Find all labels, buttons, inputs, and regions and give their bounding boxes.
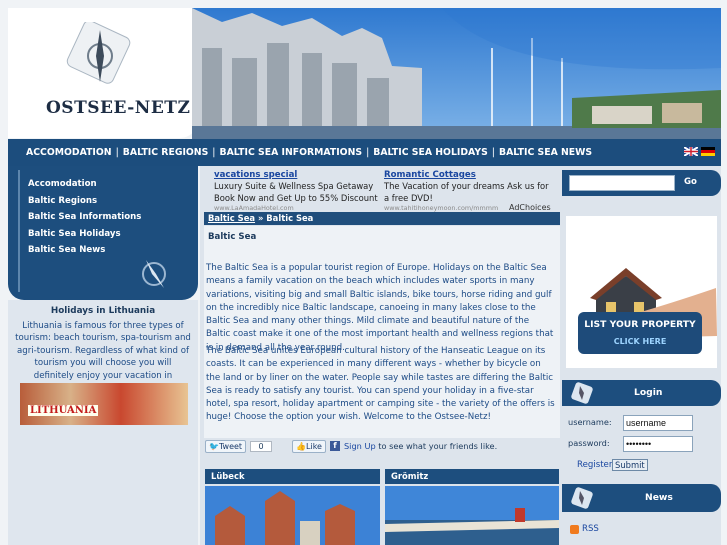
compass-icon (571, 382, 593, 404)
nav-separator: | (491, 147, 495, 158)
tweet-count: 0 (250, 440, 273, 452)
nav-baltic-sea-holidays[interactable]: BALTIC SEA HOLIDAYS (373, 147, 488, 158)
news-header: News (562, 484, 721, 512)
list-property-button[interactable]: LIST YOUR PROPERTY CLICK HERE (578, 312, 702, 354)
language-flags (684, 147, 715, 156)
article-heading: Baltic Sea (208, 232, 257, 242)
lithuania-banner-image[interactable]: LITHUANIA (20, 383, 188, 425)
sidebar-item-baltic-sea-informations[interactable]: Baltic Sea Informations (28, 209, 141, 226)
main-content: vacations special Luxury Suite & Wellnes… (200, 166, 562, 545)
breadcrumb: Baltic Sea » Baltic Sea (204, 212, 560, 225)
nav-baltic-sea-informations[interactable]: BALTIC SEA INFORMATIONS (220, 147, 363, 158)
login-header: Login (562, 380, 721, 406)
breadcrumb-link[interactable]: Baltic Sea (208, 213, 255, 223)
like-button[interactable]: 👍Like (292, 439, 326, 453)
nav-accomodation[interactable]: ACCOMODATION (26, 147, 112, 158)
region-boxes: Lübeck Grömitz (205, 469, 559, 545)
password-label: password: (568, 438, 610, 448)
lubeck-image[interactable] (205, 486, 380, 545)
twitter-icon: 🐦 (209, 441, 219, 451)
compass-icon (142, 260, 166, 288)
list-property-ad[interactable]: LIST YOUR PROPERTY CLICK HERE (566, 216, 717, 368)
sidebar-item-baltic-sea-news[interactable]: Baltic Sea News (28, 242, 141, 259)
search-box: Go (562, 170, 721, 196)
page: OSTSEE-NETZ ACCOMODATION | BALTIC REGION… (0, 0, 727, 545)
click-here-label: CLICK HERE (613, 337, 667, 346)
breadcrumb-current: Baltic Sea (266, 213, 314, 223)
breadcrumb-separator: » (257, 213, 264, 223)
sidebar-divider (18, 170, 20, 292)
rss-icon (570, 524, 579, 534)
box-title-gromitz[interactable]: Grömitz (385, 469, 559, 484)
sidebar-item-accomodation[interactable]: Accomodation (28, 176, 141, 193)
german-flag-icon[interactable] (701, 147, 715, 156)
main-nav: ACCOMODATION | BALTIC REGIONS | BALTIC S… (8, 139, 721, 166)
sidebar-bottom (8, 430, 198, 545)
ad-block: vacations special Luxury Suite & Wellnes… (214, 169, 554, 221)
compass-icon (571, 487, 593, 509)
ad-url[interactable]: www.LaAmadaHotel.com (214, 204, 382, 212)
like-label: Like (306, 441, 322, 451)
tweet-button[interactable]: 🐦Tweet (205, 439, 247, 453)
nav-separator: | (115, 147, 119, 158)
username-input[interactable] (623, 415, 693, 431)
sidebar-item-baltic-sea-holidays[interactable]: Baltic Sea Holidays (28, 226, 141, 243)
nav-baltic-sea-news[interactable]: BALTIC SEA NEWS (499, 147, 592, 158)
article-paragraph: The Baltic Sea is a popular tourist regi… (206, 263, 554, 353)
social-bar: 🐦Tweet 0 👍Like f Sign Up to see what you… (205, 437, 561, 455)
promo-title: Holidays in Lithuania (50, 306, 156, 316)
list-property-label: LIST YOUR PROPERTY (584, 319, 696, 330)
rss-label: RSS (582, 524, 599, 534)
password-input[interactable] (623, 436, 693, 452)
tweet-label: Tweet (218, 441, 243, 451)
english-flag-icon[interactable] (684, 147, 698, 156)
news-title: News (645, 492, 673, 503)
lithuania-banner-label: LITHUANIA (28, 405, 99, 416)
nav-separator: | (212, 147, 216, 158)
nav-separator: | (366, 147, 370, 158)
thumbs-up-icon: 👍 (296, 441, 307, 451)
ad-title-link[interactable]: vacations special (214, 170, 297, 180)
signup-text: to see what your friends like. (375, 441, 498, 451)
gromitz-image[interactable] (385, 486, 559, 545)
logo[interactable]: OSTSEE-NETZ (8, 8, 198, 138)
username-label: username: (568, 417, 612, 427)
ad-text: Luxury Suite & Wellness Spa Getaway Book… (214, 181, 378, 203)
facebook-icon: f (329, 441, 340, 451)
search-go-button[interactable]: Go (684, 177, 697, 187)
search-input[interactable] (569, 175, 675, 191)
ad-text: The Vacation of your dreams Ask us for a… (384, 181, 549, 203)
ad-title-link[interactable]: Romantic Cottages (384, 170, 476, 180)
lithuania-promo: Holidays in Lithuania Lithuania is famou… (8, 300, 198, 430)
header-banner-image (192, 8, 721, 140)
register-link[interactable]: Register (577, 460, 612, 470)
adchoices-label: AdChoices (509, 203, 551, 212)
right-column: Go LIST YOUR PROPERTY CLICK HERE Login u… (562, 166, 721, 545)
article: Baltic Sea The Baltic Sea is a popular t… (204, 226, 560, 438)
box-title-lubeck[interactable]: Lübeck (205, 469, 380, 484)
article-paragraph: The Baltic Sea unites European cultural … (206, 346, 555, 423)
login-title: Login (634, 387, 663, 398)
logo-text: OSTSEE-NETZ (46, 98, 191, 118)
ad-item: vacations special Luxury Suite & Wellnes… (214, 169, 382, 212)
sidebar-item-baltic-regions[interactable]: Baltic Regions (28, 193, 141, 210)
signup-link[interactable]: Sign Up (344, 441, 376, 451)
submit-button[interactable]: Submit (612, 459, 648, 471)
rss-link[interactable]: RSS (570, 524, 599, 534)
compass-icon (66, 22, 131, 84)
nav-baltic-regions[interactable]: BALTIC REGIONS (123, 147, 209, 158)
sidebar-menu: Accomodation Baltic Regions Baltic Sea I… (8, 166, 198, 300)
